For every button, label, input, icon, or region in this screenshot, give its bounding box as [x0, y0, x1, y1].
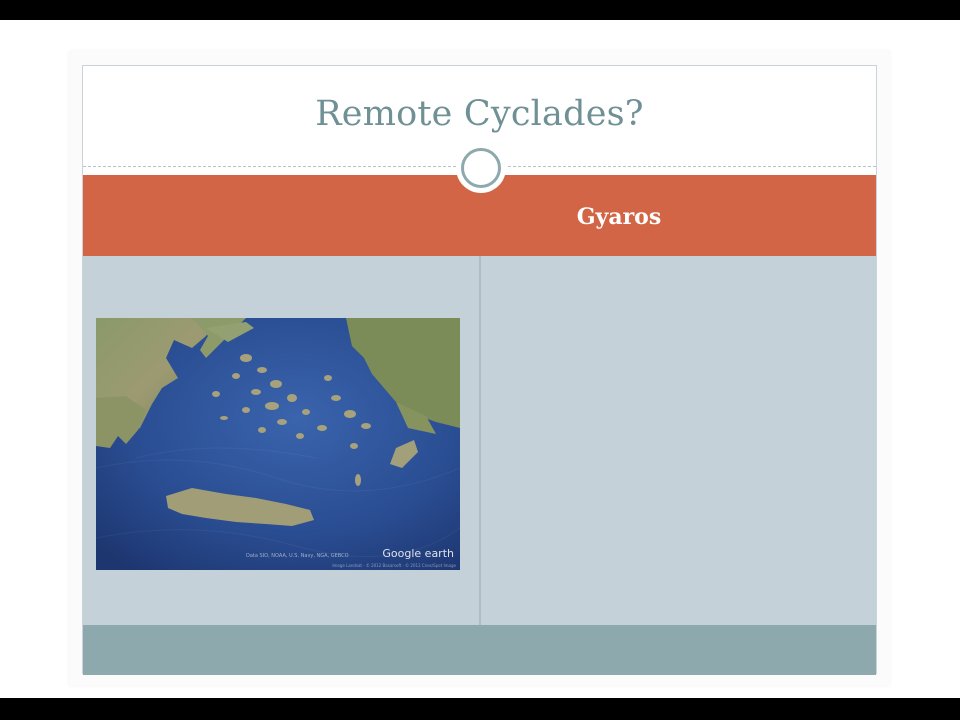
screen: Remote Cyclades? Gyaros Data SIO, NOAA, …: [0, 0, 960, 720]
letterbox-top: [0, 0, 960, 20]
map-credits: Image Landsat · © 2012 Basarsoft · © 201…: [332, 563, 456, 568]
slide: Remote Cyclades? Gyaros Data SIO, NOAA, …: [82, 65, 877, 675]
aegean-map-graphic: [96, 318, 460, 570]
map-caption: Data SIO, NOAA, U.S. Navy, NGA, GEBCO: [246, 553, 349, 559]
google-earth-watermark: Google earth: [382, 547, 454, 560]
table-header-label: Gyaros: [576, 204, 662, 230]
column-divider: [479, 256, 481, 625]
table-body: Data SIO, NOAA, U.S. Navy, NGA, GEBCO Go…: [83, 256, 876, 625]
slide-title: Remote Cyclades?: [315, 94, 644, 134]
circle-ornament-icon: [456, 143, 506, 193]
footer-band: [83, 625, 876, 675]
satellite-map-image: Data SIO, NOAA, U.S. Navy, NGA, GEBCO Go…: [96, 318, 460, 570]
letterbox-bottom: [0, 698, 960, 720]
slide-stage: Remote Cyclades? Gyaros Data SIO, NOAA, …: [0, 20, 960, 698]
